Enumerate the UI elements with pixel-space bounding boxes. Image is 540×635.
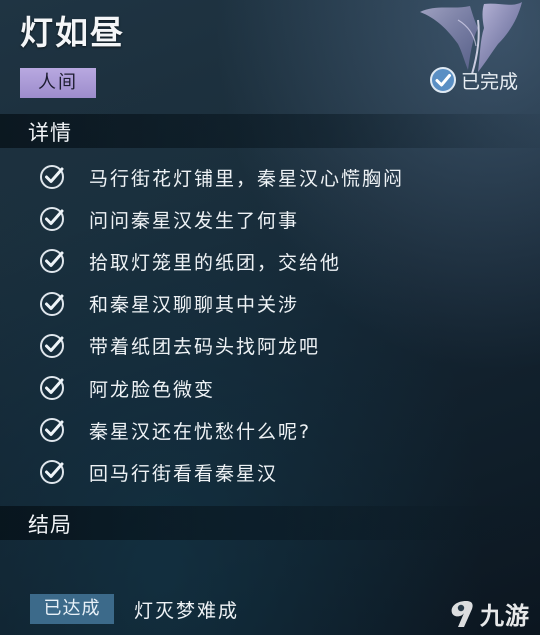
quest-panel: 灯如昼 人间 已完成 详情 马行街花灯铺里，秦星汉心慌胸闷 问问秦星汉发生了何事 xyxy=(0,0,540,635)
check-badge-icon xyxy=(429,67,456,93)
check-circle-icon xyxy=(40,291,64,316)
ending-header-label: 结局 xyxy=(28,513,72,537)
objective-item: 和秦星汉聊聊其中关涉 xyxy=(38,283,404,325)
ending-row: 已达成 灯灭梦难成 xyxy=(30,594,239,624)
objective-text: 马行街花灯铺里，秦星汉心慌胸闷 xyxy=(89,167,405,190)
objective-text: 秦星汉还在忧愁什么呢? xyxy=(89,420,312,443)
objective-text: 回马行街看看秦星汉 xyxy=(89,462,279,485)
objective-text: 拾取灯笼里的纸团，交给他 xyxy=(89,251,342,274)
objective-item: 拾取灯笼里的纸团，交给他 xyxy=(38,240,404,282)
objective-item: 回马行街看看秦星汉 xyxy=(38,451,404,493)
status-complete: 已完成 xyxy=(429,66,518,94)
watermark: 九游 xyxy=(444,596,530,631)
check-circle-icon xyxy=(40,249,64,274)
check-circle-icon xyxy=(40,376,64,401)
ending-name: 灯灭梦难成 xyxy=(134,599,240,622)
objective-item: 带着纸团去码头找阿龙吧 xyxy=(38,325,404,367)
check-circle-icon xyxy=(40,333,64,358)
check-circle-icon xyxy=(40,165,64,190)
watermark-text: 九游 xyxy=(480,602,530,630)
objective-text: 带着纸团去码头找阿龙吧 xyxy=(89,336,321,359)
objective-text: 和秦星汉聊聊其中关涉 xyxy=(89,294,300,317)
objective-item: 马行街花灯铺里，秦星汉心慌胸闷 xyxy=(38,156,404,198)
nine-game-logo-icon xyxy=(451,600,473,627)
ending-section-header: 结局 xyxy=(0,506,540,540)
objective-text: 阿龙脸色微变 xyxy=(89,378,216,401)
objective-item: 秦星汉还在忧愁什么呢? xyxy=(38,409,404,451)
check-circle-icon xyxy=(40,460,64,485)
details-section-header: 详情 xyxy=(0,114,540,148)
ending-achieved-badge: 已达成 xyxy=(30,594,114,624)
status-label: 已完成 xyxy=(460,70,518,93)
check-circle-icon xyxy=(40,207,64,232)
objective-item: 阿龙脸色微变 xyxy=(38,367,404,409)
quest-title: 灯如昼 xyxy=(20,13,125,52)
objective-list: 马行街花灯铺里，秦星汉心慌胸闷 问问秦星汉发生了何事 拾取灯笼里的纸团，交给他 … xyxy=(38,156,404,494)
check-circle-icon xyxy=(40,418,64,443)
objective-item: 问问秦星汉发生了何事 xyxy=(38,198,404,240)
details-header-label: 详情 xyxy=(28,121,72,145)
objective-text: 问问秦星汉发生了何事 xyxy=(89,209,300,232)
category-tag: 人间 xyxy=(20,68,96,98)
